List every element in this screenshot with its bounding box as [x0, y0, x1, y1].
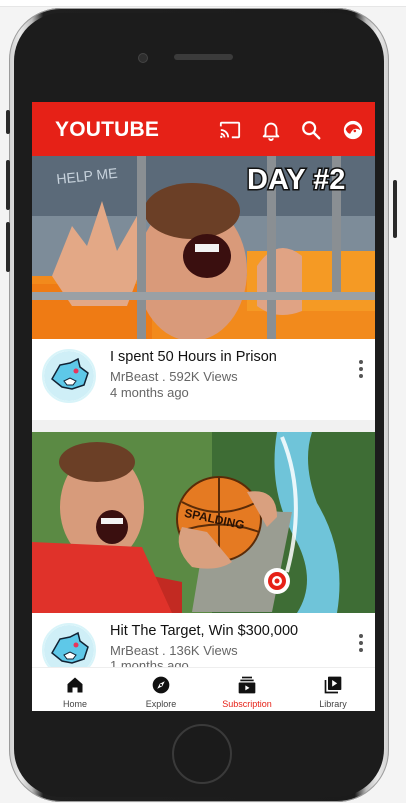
volume-down-button	[6, 222, 10, 272]
video-thumbnail-target[interactable]: SPALDING	[32, 432, 375, 613]
browser-top-strip	[0, 0, 406, 7]
power-button	[393, 180, 397, 238]
front-camera	[138, 53, 148, 63]
prison-thumbnail-art: HELP ME DAY #2	[32, 156, 375, 339]
app-screen: YOUTUBE HELP ME DAY #2 I spent 50 Hours …	[32, 102, 375, 711]
mrbeast-logo-icon	[44, 351, 94, 401]
channel-avatar[interactable]	[42, 349, 96, 403]
video-channel-views: MrBeast . 592K Views	[110, 369, 238, 384]
nav-label-explore: Explore	[145, 699, 177, 709]
feed-divider	[32, 420, 375, 432]
compass-icon	[152, 676, 170, 694]
nav-label-subscription: Subscription	[222, 699, 272, 709]
nav-label-home: Home	[62, 699, 87, 709]
mute-switch	[6, 110, 10, 134]
search-icon[interactable]	[300, 119, 322, 141]
nav-label-library: Library	[319, 699, 347, 709]
app-header: YOUTUBE	[32, 102, 375, 156]
target-thumbnail-art: SPALDING	[32, 432, 375, 613]
nav-item-explore[interactable]: Explore	[118, 668, 204, 711]
home-icon	[67, 677, 83, 693]
account-avatar-icon[interactable]	[342, 119, 364, 141]
nav-item-library[interactable]: Library	[290, 668, 375, 711]
video-title[interactable]: Hit The Target, Win $300,000	[110, 623, 298, 639]
cast-icon[interactable]	[219, 119, 241, 141]
more-options-icon[interactable]	[358, 359, 364, 379]
video-title[interactable]: I spent 50 Hours in Prison	[110, 349, 277, 365]
phone-home-button[interactable]	[172, 724, 232, 784]
nav-item-home[interactable]: Home	[32, 668, 118, 711]
video-age: 4 months ago	[110, 385, 189, 400]
thumb-caption-text: DAY #2	[247, 164, 345, 196]
subscriptions-icon	[238, 676, 256, 694]
earpiece-speaker	[174, 54, 233, 60]
video-thumbnail-prison[interactable]: HELP ME DAY #2	[32, 156, 375, 339]
more-options-icon[interactable]	[358, 633, 364, 653]
nav-item-subscription[interactable]: Subscription	[204, 668, 290, 711]
bottom-navigation: Home Explore Subscription Library	[32, 667, 375, 711]
app-title: YOUTUBE	[55, 118, 160, 141]
volume-up-button	[6, 160, 10, 210]
library-icon	[324, 676, 342, 694]
notifications-bell-icon[interactable]	[260, 119, 282, 141]
